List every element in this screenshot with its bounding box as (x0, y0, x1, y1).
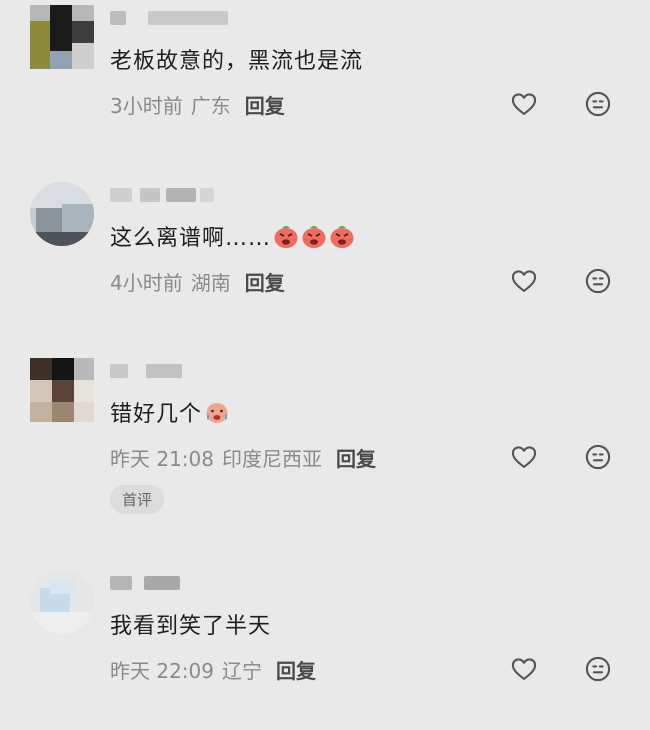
neutral-face-icon[interactable] (584, 655, 612, 683)
reply-button[interactable]: 回复 (245, 271, 285, 295)
comment-item: 我看到笑了半天 昨天 22:09 辽宁 回复 (0, 570, 650, 710)
heart-outline-icon[interactable] (510, 443, 538, 471)
comment-time: 3小时前 (110, 94, 183, 118)
comment-location: 广东 (190, 94, 231, 118)
comment-meta: 3小时前 广东 回复 (110, 90, 285, 119)
comment-location: 辽宁 (222, 659, 262, 683)
comment-text-content: 我看到笑了半天 (110, 614, 272, 639)
comment-meta: 昨天 22:09 辽宁 回复 (110, 655, 316, 684)
comment-text-content: 这么离谱啊…… (110, 226, 272, 251)
comment-item: 错好几个 昨天 21:08 印度尼西亚 回复 首评 (0, 358, 650, 528)
comment-text: 这么离谱啊…… (110, 220, 355, 252)
username-blurred[interactable] (110, 184, 230, 206)
avatar[interactable] (30, 5, 94, 69)
reply-button[interactable]: 回复 (336, 447, 376, 471)
comment-text-content: 错好几个 (110, 402, 203, 427)
username-blurred[interactable] (110, 360, 230, 382)
avatar[interactable] (30, 570, 94, 634)
comment-time: 昨天 22:09 (110, 659, 214, 683)
username-blurred[interactable] (110, 572, 230, 594)
neutral-face-icon[interactable] (584, 443, 612, 471)
comment-time: 昨天 21:08 (110, 447, 214, 471)
comment-meta: 4小时前 湖南 回复 (110, 267, 285, 296)
neutral-face-icon[interactable] (584, 267, 612, 295)
comment-location: 湖南 (190, 271, 231, 295)
comment-meta: 昨天 21:08 印度尼西亚 回复 (110, 443, 376, 472)
comment-location: 印度尼西亚 (222, 447, 322, 471)
reply-button[interactable]: 回复 (276, 659, 316, 683)
angry-face-emoji (302, 226, 326, 248)
angry-face-emoji (274, 226, 298, 248)
comment-time: 4小时前 (110, 271, 183, 295)
avatar[interactable] (30, 358, 94, 422)
comment-item: 这么离谱啊…… 4小时前 湖南 回复 (0, 182, 650, 322)
avatar[interactable] (30, 182, 94, 246)
first-comment-badge: 首评 (110, 485, 165, 514)
crying-face-emoji (206, 403, 228, 423)
heart-outline-icon[interactable] (510, 90, 538, 118)
heart-outline-icon[interactable] (510, 655, 538, 683)
comment-item: 老板故意的，黑流也是流 3小时前 广东 回复 (0, 5, 650, 145)
username-blurred[interactable] (110, 7, 230, 29)
comment-text-content: 老板故意的，黑流也是流 (110, 49, 364, 74)
reply-button[interactable]: 回复 (245, 94, 285, 118)
comment-text: 我看到笑了半天 (110, 608, 271, 640)
comment-text: 错好几个 (110, 396, 230, 428)
neutral-face-icon[interactable] (584, 90, 612, 118)
angry-face-emoji (330, 226, 354, 248)
heart-outline-icon[interactable] (510, 267, 538, 295)
comment-text: 老板故意的，黑流也是流 (110, 43, 363, 75)
